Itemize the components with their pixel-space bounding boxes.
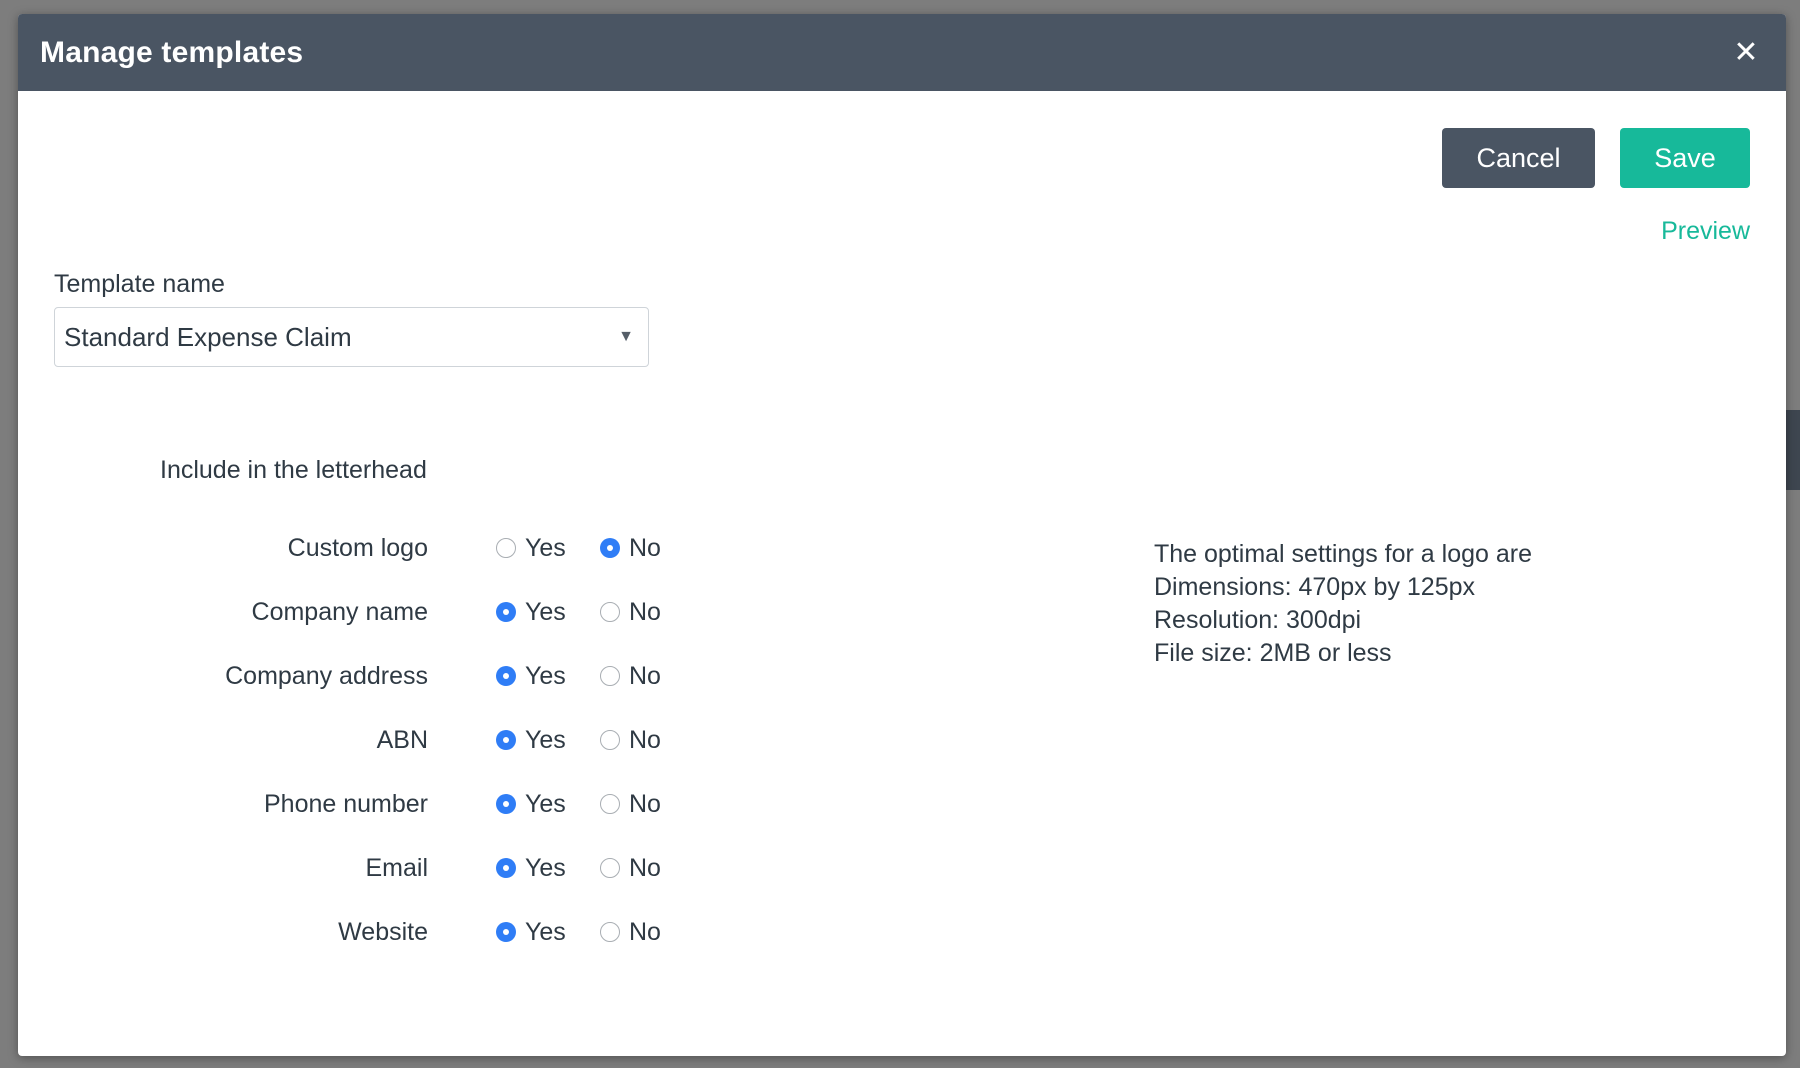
letterhead-option-label: Company name xyxy=(251,597,428,626)
letterhead-option-label: ABN xyxy=(376,725,428,754)
letterhead-option-label: Email xyxy=(365,853,428,882)
logo-info-line: Dimensions: 470px by 125px xyxy=(1154,573,1476,601)
letterhead-option-row: ABN Yes No xyxy=(18,720,718,760)
logo-info-line: The optimal settings for a logo are xyxy=(1154,540,1532,568)
radio-label: No xyxy=(629,725,661,754)
modal-title: Manage templates xyxy=(40,35,304,69)
radio-label: No xyxy=(629,789,661,818)
save-button[interactable]: Save xyxy=(1620,128,1750,188)
radio-yes[interactable]: Yes xyxy=(496,662,566,691)
radio-button-icon[interactable] xyxy=(600,538,620,558)
radio-label: No xyxy=(629,917,661,946)
radio-no[interactable]: No xyxy=(600,598,661,627)
radio-yes[interactable]: Yes xyxy=(496,534,566,563)
cancel-button[interactable]: Cancel xyxy=(1442,128,1595,188)
radio-yes[interactable]: Yes xyxy=(496,790,566,819)
close-icon[interactable]: ✕ xyxy=(1728,35,1764,71)
radio-button-icon[interactable] xyxy=(496,922,516,942)
logo-info-line: Resolution: 300dpi xyxy=(1154,606,1362,634)
radio-no[interactable]: No xyxy=(600,854,661,883)
radio-no[interactable]: No xyxy=(600,918,661,947)
letterhead-option-row: Phone number Yes No xyxy=(18,784,718,824)
letterhead-option-row: Company name Yes No xyxy=(18,592,718,632)
radio-yes[interactable]: Yes xyxy=(496,918,566,947)
radio-label: Yes xyxy=(525,917,566,946)
radio-button-icon[interactable] xyxy=(600,794,620,814)
logo-info-line: File size: 2MB or less xyxy=(1154,639,1392,667)
radio-yes[interactable]: Yes xyxy=(496,854,566,883)
radio-button-icon[interactable] xyxy=(600,666,620,686)
radio-label: No xyxy=(629,597,661,626)
radio-button-icon[interactable] xyxy=(496,602,516,622)
radio-label: Yes xyxy=(525,661,566,690)
letterhead-option-row: Custom logo Yes No xyxy=(18,528,718,568)
radio-button-icon[interactable] xyxy=(496,538,516,558)
template-name-select[interactable]: Standard Expense Claim ▼ xyxy=(54,307,649,367)
radio-label: Yes xyxy=(525,725,566,754)
template-name-label: Template name xyxy=(54,270,225,298)
letterhead-option-label: Company address xyxy=(225,661,428,690)
caret-down-icon: ▼ xyxy=(618,328,634,345)
radio-button-icon[interactable] xyxy=(496,794,516,814)
modal-actions: Cancel Save xyxy=(1442,128,1750,188)
radio-button-icon[interactable] xyxy=(600,602,620,622)
radio-label: No xyxy=(629,533,661,562)
radio-label: No xyxy=(629,853,661,882)
radio-label: Yes xyxy=(525,853,566,882)
radio-button-icon[interactable] xyxy=(496,666,516,686)
letterhead-option-label: Phone number xyxy=(263,789,428,818)
radio-button-icon[interactable] xyxy=(600,922,620,942)
radio-button-icon[interactable] xyxy=(496,858,516,878)
radio-label: Yes xyxy=(525,597,566,626)
radio-label: Yes xyxy=(525,533,566,562)
letterhead-option-label: Custom logo xyxy=(287,533,428,562)
radio-button-icon[interactable] xyxy=(600,730,620,750)
radio-button-icon[interactable] xyxy=(600,858,620,878)
letterhead-option-row: Company address Yes No xyxy=(18,656,718,696)
radio-yes[interactable]: Yes xyxy=(496,726,566,755)
radio-label: Yes xyxy=(525,789,566,818)
letterhead-heading: Include in the letterhead xyxy=(160,456,427,484)
modal-header: Manage templates ✕ xyxy=(18,14,1786,91)
radio-no[interactable]: No xyxy=(600,662,661,691)
radio-label: No xyxy=(629,661,661,690)
radio-no[interactable]: No xyxy=(600,790,661,819)
letterhead-option-row: Website Yes No xyxy=(18,912,718,952)
radio-button-icon[interactable] xyxy=(496,730,516,750)
manage-templates-modal: Manage templates ✕ Cancel Save Preview T… xyxy=(18,14,1786,1056)
radio-yes[interactable]: Yes xyxy=(496,598,566,627)
radio-no[interactable]: No xyxy=(600,726,661,755)
letterhead-option-label: Website xyxy=(338,917,428,946)
template-name-value: Standard Expense Claim xyxy=(64,321,352,352)
letterhead-option-row: Email Yes No xyxy=(18,848,718,888)
logo-info: The optimal settings for a logo are Dimen… xyxy=(1154,538,1532,670)
preview-link[interactable]: Preview xyxy=(1661,217,1750,246)
radio-no[interactable]: No xyxy=(600,534,661,563)
